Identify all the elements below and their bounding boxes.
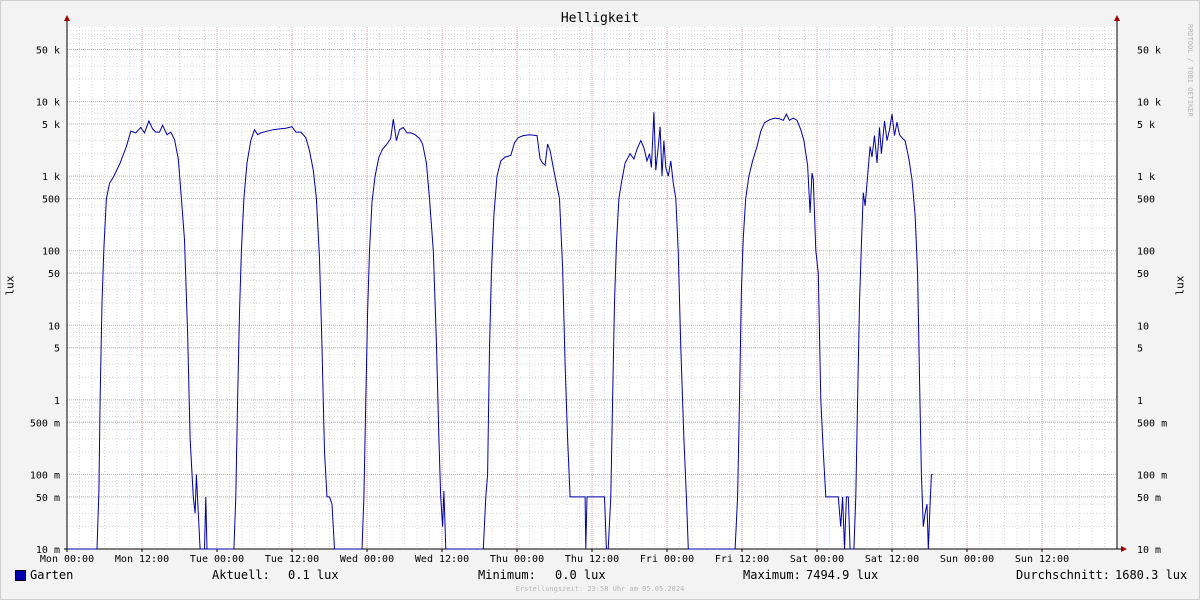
legend-min-value: 0.0 lux <box>555 568 606 582</box>
x-tick-label: Thu 12:00 <box>565 554 619 565</box>
x-tick-label: Wed 12:00 <box>415 554 469 565</box>
y-tick-label-right: 10 <box>1137 321 1149 332</box>
y-tick-label-right: 10 k <box>1137 98 1161 109</box>
x-tick-label: Fri 12:00 <box>715 554 769 565</box>
x-tick-label: Fri 00:00 <box>640 554 694 565</box>
y-tick-label-left: 1 k <box>42 172 60 183</box>
x-tick-label: Tue 12:00 <box>265 554 319 565</box>
y-tick-label-right: 1 k <box>1137 172 1155 183</box>
y-tick-label-right: 50 k <box>1137 45 1161 56</box>
legend-min-label: Minimum: <box>478 568 536 582</box>
x-tick-label: Mon 12:00 <box>115 554 169 565</box>
y-axis-label-right: lux <box>1173 275 1187 296</box>
y-tick-label-right: 50 m <box>1137 493 1161 504</box>
y-tick-label-left: 50 k <box>36 45 60 56</box>
legend-max-label: Maximum: <box>743 568 801 582</box>
chart-title: Helligkeit <box>560 11 640 26</box>
y-tick-label-left: 500 m <box>30 418 60 429</box>
creation-timestamp: Erstellungszeit: 23:58 Uhr am 05.05.2024 <box>515 585 685 593</box>
y-tick-label-right: 100 m <box>1137 470 1167 481</box>
x-tick-label: Thu 00:00 <box>490 554 544 565</box>
x-tick-label: Tue 00:00 <box>190 554 244 565</box>
legend-avg-label: Durchschnitt: <box>1016 568 1110 582</box>
y-tick-label-left: 50 <box>48 269 60 280</box>
y-tick-label-left: 10 k <box>36 98 60 109</box>
x-axis-arrow <box>1121 546 1127 552</box>
legend-avg-value: 1680.3 lux <box>1115 568 1188 582</box>
y-tick-label-left: 100 m <box>30 470 60 481</box>
y-axis-label-left: lux <box>3 275 17 296</box>
y-tick-label-left: 5 k <box>42 120 60 131</box>
y-tick-label-right: 10 m <box>1137 545 1161 556</box>
y-tick-label-left: 1 <box>54 396 60 407</box>
y-tick-label-left: 10 <box>48 321 60 332</box>
rrd-graph: Mon 00:00 Mon 12:00 Tue 00:00 Tue 12:00 Wed … <box>30 15 1167 565</box>
y-tick-label-left: 50 m <box>36 493 60 504</box>
x-tick-label: Sat 00:00 <box>790 554 844 565</box>
x-tick-label: Sat 12:00 <box>865 554 919 565</box>
legend-current-label: Aktuell: <box>212 568 270 582</box>
rrdtool-watermark: RRDTOOL / TOBI OETIKER <box>1186 24 1194 117</box>
y-tick-label-right: 500 <box>1137 195 1155 206</box>
y-tick-label-left: 100 <box>42 247 60 258</box>
x-tick-label: Sun 12:00 <box>1015 554 1069 565</box>
legend-series-name: Garten <box>30 568 74 582</box>
y-tick-label-right: 5 <box>1137 344 1143 355</box>
y-tick-label-left: 10 m <box>36 545 60 556</box>
y-tick-label-right: 500 m <box>1137 418 1167 429</box>
x-tick-label: Wed 00:00 <box>340 554 394 565</box>
y-tick-label-right: 100 <box>1137 247 1155 258</box>
legend-max-value: 7494.9 lux <box>806 568 879 582</box>
legend-swatch <box>15 570 26 581</box>
y-tick-label-right: 5 k <box>1137 120 1155 131</box>
x-tick-label: Sun 00:00 <box>940 554 994 565</box>
y-tick-label-left: 5 <box>54 344 60 355</box>
y-tick-label-right: 1 <box>1137 396 1143 407</box>
y-tick-label-left: 500 <box>42 195 60 206</box>
legend-current-value: 0.1 lux <box>288 568 339 582</box>
y-tick-label-right: 50 <box>1137 269 1149 280</box>
